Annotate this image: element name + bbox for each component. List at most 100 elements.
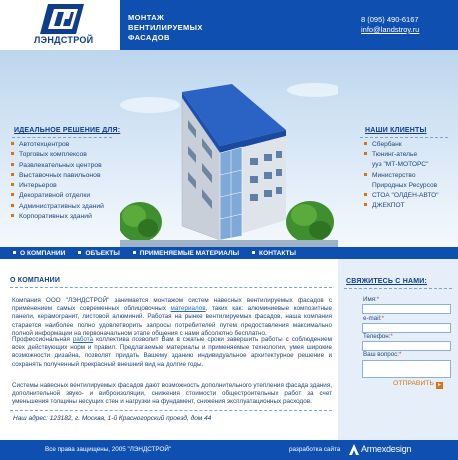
square-icon: [132, 250, 136, 254]
list-item-label: Корпоративных зданий: [19, 213, 92, 221]
required-mark: *: [390, 333, 393, 340]
phone-label: Телефон:*: [363, 333, 393, 340]
client-label: Министерство: [372, 171, 416, 179]
required-mark: *: [381, 315, 384, 322]
solutions-title: ИДЕАЛЬНОЕ РЕШЕНИЕ ДЛЯ:: [14, 127, 121, 134]
arrow-right-icon: ►: [435, 382, 443, 389]
client-item[interactable]: ууз "МТ-МОТОРС": [364, 161, 439, 171]
divider: [12, 137, 112, 138]
bullet-icon: [11, 152, 14, 156]
client-label: ууз "МТ-МОТОРС": [372, 161, 429, 169]
work-link[interactable]: работа: [73, 336, 93, 343]
name-field[interactable]: [362, 304, 451, 314]
tagline-line: МОНТАЖ: [128, 13, 165, 22]
site-footer: Все права защищены, 2005 "ЛЭНДСТРОЙ" раз…: [0, 440, 458, 460]
nav-item-about[interactable]: О КОМПАНИИ: [13, 250, 65, 257]
bullet-icon: [364, 142, 367, 145]
client-item[interactable]: ДЖЕКПОТ: [364, 202, 439, 212]
question-field[interactable]: [362, 360, 451, 378]
send-label: ОТПРАВИТЬ: [393, 380, 434, 387]
list-item-label: Административных зданий: [19, 202, 104, 210]
email-label: e-mail:*: [363, 315, 384, 322]
header-contact: 8 (095) 490-6167 info@landstroy.ru: [361, 15, 419, 35]
phone-field[interactable]: [362, 341, 451, 351]
divider: [10, 287, 332, 288]
required-mark: *: [398, 351, 402, 358]
list-item-label: Развлекательных центров: [19, 161, 102, 169]
email-link[interactable]: info@landstroy.ru: [361, 25, 419, 35]
about-paragraph: Компания ООО "ЛЭНДСТРОЙ" занимается монт…: [12, 297, 332, 338]
about-paragraph: Системы навесных вентилируемых фасадов д…: [12, 382, 332, 406]
bullet-icon: [11, 214, 14, 218]
tagline-line: ВЕНТИЛИРУЕМЫХ: [128, 23, 203, 32]
label-text: Имя:: [363, 296, 377, 303]
main-nav: О КОМПАНИИ ОБЪЕКТЫ ПРИМЕНЯЕМЫЕ МАТЕРИАЛЫ…: [0, 247, 458, 259]
copyright: Все права защищены, 2005 "ЛЭНДСТРОЙ": [45, 446, 172, 453]
solutions-list: Автотехцентров Торговых комплексов Развл…: [11, 141, 104, 223]
bullet-icon: [364, 152, 367, 156]
list-item[interactable]: Интерьеров: [11, 182, 104, 192]
hero-banner: ИДЕАЛЬНОЕ РЕШЕНИЕ ДЛЯ: Автотехцентров То…: [0, 50, 458, 247]
list-item[interactable]: Административных зданий: [11, 203, 104, 213]
contact-form-panel: СВЯЖИТЕСЬ С НАМИ: Имя:* e-mail:* Телефон…: [338, 259, 458, 440]
question-label: Ваш вопрос:*: [363, 351, 401, 358]
send-button[interactable]: ОТПРАВИТЬ ►: [393, 380, 443, 389]
email-field[interactable]: [362, 323, 451, 333]
main-content: О КОМПАНИИ Компания ООО "ЛЭНДСТРОЙ" зани…: [0, 259, 338, 440]
list-item-label: Декоративной отделки: [19, 192, 91, 200]
logo-mark-icon: [40, 4, 84, 34]
site-header: ЛЭНДСТРОЙ МОНТАЖ ВЕНТИЛИРУЕМЫХ ФАСАДОВ 8…: [0, 0, 458, 50]
bullet-icon: [364, 172, 367, 176]
nav-item-materials[interactable]: ПРИМЕНЯЕМЫЕ МАТЕРИАЛЫ: [132, 249, 240, 257]
client-item[interactable]: Министерство: [364, 172, 439, 182]
bullet-icon: [11, 172, 14, 176]
square-icon: [13, 250, 16, 254]
list-item[interactable]: Выставочных павильонов: [11, 172, 104, 182]
label-text: Телефон:: [363, 333, 391, 340]
label-text: Ваш вопрос:: [363, 351, 399, 358]
tree-right: [286, 201, 334, 243]
name-label: Имя:*: [363, 296, 379, 303]
client-label: Тюнинг-ателье: [372, 151, 418, 159]
address: Наш адрес: 123182, г. Москва, 1-й Красно…: [13, 415, 212, 422]
client-label: Природных Ресурсов: [372, 181, 438, 189]
materials-link[interactable]: материалов: [171, 305, 206, 312]
form-title: СВЯЖИТЕСЬ С НАМИ:: [346, 278, 428, 285]
divider: [10, 410, 332, 411]
client-item[interactable]: Природных Ресурсов: [364, 182, 439, 192]
logo[interactable]: ЛЭНДСТРОЙ: [0, 0, 120, 50]
nav-item-contacts[interactable]: КОНТАКТЫ: [252, 250, 296, 257]
bullet-icon: [11, 203, 14, 207]
bullet-icon: [11, 162, 14, 166]
tagline: МОНТАЖ ВЕНТИЛИРУЕМЫХ ФАСАДОВ: [128, 13, 248, 43]
developer-link[interactable]: Armexdesign: [361, 444, 412, 454]
about-paragraph: Профессиональная работа коллектива позво…: [12, 336, 332, 369]
square-icon: [252, 250, 256, 254]
label-text: e-mail:: [363, 315, 382, 322]
required-mark: *: [376, 296, 380, 303]
list-item-label: Автотехцентров: [19, 141, 70, 148]
client-item[interactable]: Тюнинг-ателье: [364, 151, 439, 161]
bullet-icon: [11, 183, 14, 187]
developer-logo-icon: [349, 444, 359, 455]
list-item[interactable]: Декоративной отделки: [11, 192, 104, 202]
client-item[interactable]: Сбербанк: [364, 141, 439, 151]
list-item-label: Выставочных павильонов: [19, 171, 101, 179]
nav-item-label: КОНТАКТЫ: [259, 249, 297, 257]
phone-number: 8 (095) 490-6167: [361, 15, 419, 24]
nav-item-objects[interactable]: ОБЪЕКТЫ: [78, 250, 120, 257]
square-icon: [78, 250, 82, 254]
tree-left: [120, 202, 162, 242]
clients-list: Сбербанк Тюнинг-ателье ууз "МТ-МОТОРС" М…: [364, 141, 439, 212]
clients-title: НАШИ КЛИЕНТЫ: [365, 127, 427, 134]
bullet-icon: [11, 193, 14, 197]
paragraph-text: Профессиональная: [12, 336, 73, 343]
about-title: О КОМПАНИИ: [10, 277, 61, 284]
list-item[interactable]: Корпоративных зданий: [11, 213, 104, 223]
list-item[interactable]: Автотехцентров: [11, 141, 104, 151]
nav-item-label: ПРИМЕНЯЕМЫЕ МАТЕРИАЛЫ: [139, 249, 240, 257]
list-item[interactable]: Развлекательных центров: [11, 162, 104, 172]
list-item[interactable]: Торговых комплексов: [11, 151, 104, 161]
client-item[interactable]: СТОА "ОЛДЕН-АВТО": [364, 192, 439, 202]
list-item-label: Торговых комплексов: [19, 151, 87, 159]
